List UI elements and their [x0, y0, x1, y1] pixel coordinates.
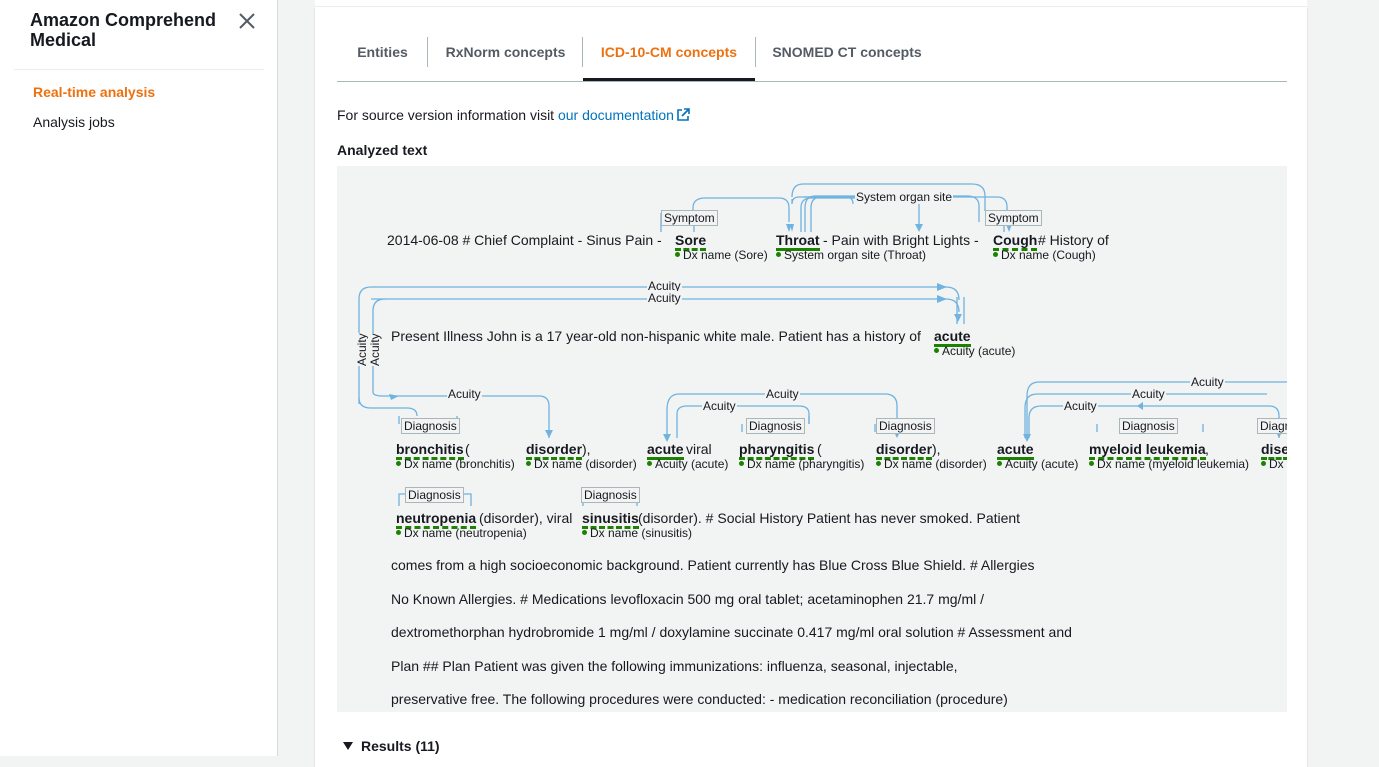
close-icon[interactable] — [236, 10, 258, 32]
text-line: preservative free. The following procedu… — [391, 691, 1008, 707]
source-prefix: For source version information visit — [337, 107, 555, 123]
entity-sub-label: Dx name (neutropenia) — [396, 526, 527, 540]
entity-sub-label: Dx name (disorder) — [876, 457, 987, 471]
entity-sub-label: Dx name (sinusitis) — [582, 526, 692, 540]
entity-sub-label: Acuity (acute) — [647, 457, 728, 471]
nav-analysis-jobs[interactable]: Analysis jobs — [33, 114, 115, 130]
entity-sub-label: Acuity (acute) — [934, 344, 1015, 358]
relation-label-acuity: Acuity — [647, 291, 682, 305]
entity-sub-label: Dx name (bronchitis) — [396, 457, 515, 471]
text-segment: , — [1205, 441, 1209, 457]
nav-divider — [14, 69, 264, 70]
tab-entities[interactable]: Entities — [337, 36, 428, 68]
entity-tag-diagnosis: Diagnosis — [405, 487, 464, 503]
tab-icd-10-cm-concepts[interactable]: ICD-10-CM concepts — [583, 36, 755, 68]
entity-sub-label: Dx name (disorder) — [526, 457, 637, 471]
text-segment: ( — [817, 441, 822, 457]
analyzed-text-heading: Analyzed text — [337, 142, 428, 158]
source-version-info: For source version information visit our… — [337, 107, 690, 123]
text-line: comes from a high socioeconomic backgrou… — [391, 557, 1035, 573]
active-tab-indicator — [583, 78, 755, 81]
documentation-link[interactable]: our documentation — [558, 107, 690, 123]
relation-label-acuity: Acuity — [1131, 387, 1166, 401]
text-segment: # History of — [1038, 232, 1109, 248]
text-segment: Present Illness John is a 17 year-old no… — [391, 328, 921, 344]
service-title: Amazon Comprehend Medical — [30, 10, 217, 50]
tab-rxnorm-concepts[interactable]: RxNorm concepts — [428, 36, 583, 68]
text-segment: - Pain with Bright Lights - — [823, 232, 979, 248]
text-line: Plan ## Plan Patient was given the follo… — [391, 658, 958, 674]
relation-label-acuity: Acuity — [447, 387, 482, 401]
relation-label-system-organ-site: System organ site — [855, 190, 954, 204]
side-navigation: Amazon Comprehend Medical Real-time anal… — [0, 0, 278, 756]
entity-sub-label: System organ site (Throat) — [776, 248, 926, 262]
documentation-link-text[interactable]: our documentation — [558, 107, 674, 123]
panel-top-edge — [315, 0, 1307, 7]
concept-tabs: Entities RxNorm concepts ICD-10-CM conce… — [337, 36, 1287, 82]
text-line: No Known Allergies. # Medications levofl… — [391, 591, 984, 607]
relation-label-acuity: Acuity — [355, 333, 369, 366]
text-segment: 2014-06-08 # Chief Complaint - Sinus Pai… — [387, 232, 662, 248]
entity-sub-label: Dx name (pharyngitis) — [739, 457, 864, 471]
entity-tag-symptom: Symptom — [985, 210, 1042, 226]
caret-down-icon — [343, 742, 353, 750]
results-expander[interactable]: Results (11) — [343, 738, 440, 754]
relation-label-acuity: Acuity — [765, 387, 800, 401]
entity-sub-label: Dx — [1261, 457, 1284, 471]
relation-label-acuity: Acuity — [368, 333, 382, 366]
text-segment: viral — [686, 441, 712, 457]
entity-sub-label: Acuity (acute) — [997, 457, 1078, 471]
text-line: dextromethorphan hydrobromide 1 mg/ml / … — [391, 624, 1072, 640]
entity-tag-diagnosis: Diagnosis — [581, 487, 640, 503]
external-link-icon — [677, 108, 690, 121]
entity-tag-diagnosis: Diagn — [1257, 418, 1287, 434]
entity-tag-diagnosis: Diagnosis — [876, 418, 935, 434]
entity-tag-symptom: Symptom — [661, 210, 718, 226]
text-segment: ( — [465, 441, 470, 457]
nav-real-time-analysis[interactable]: Real-time analysis — [33, 84, 155, 100]
entity-tag-diagnosis: Diagnosis — [401, 418, 460, 434]
text-segment: (disorder). # Social History Patient has… — [638, 510, 1021, 526]
text-segment: (disorder), viral — [479, 510, 573, 526]
entity-sub-label: Dx name (myeloid leukemia) — [1089, 457, 1249, 471]
entity-tag-diagnosis: Diagnosis — [1119, 418, 1178, 434]
results-label[interactable]: Results (11) — [361, 738, 440, 754]
relation-label-acuity: Acuity — [702, 399, 737, 413]
entity-sub-label: Dx name (Cough) — [993, 248, 1096, 262]
entity-sub-label: Dx name (Sore) — [675, 248, 768, 262]
analyzed-text-box: System organ site Symptom Symptom 2014-0… — [337, 166, 1287, 712]
tab-snomed-ct-concepts[interactable]: SNOMED CT concepts — [756, 36, 938, 68]
relation-label-acuity: Acuity — [1063, 399, 1098, 413]
relation-label-acuity: Acuity — [1190, 375, 1225, 389]
entity-tag-diagnosis: Diagnosis — [746, 418, 805, 434]
text-segment: ), — [582, 441, 591, 457]
text-segment: ), — [932, 441, 941, 457]
